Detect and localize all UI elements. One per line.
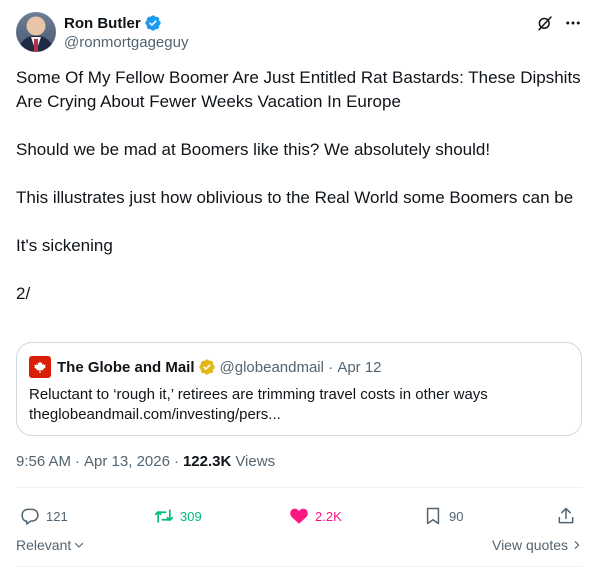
share-icon (558, 507, 574, 524)
tweet-paragraph: Should we be mad at Boomers like this? W… (16, 140, 491, 159)
quoted-author-name: The Globe and Mail (57, 358, 195, 376)
views-count: 122.3K (182, 453, 232, 470)
quoted-author-handle: @globeandmail (219, 358, 324, 376)
reply-icon (21, 508, 39, 525)
divider (16, 566, 582, 567)
top-actions (536, 12, 582, 34)
author-name-row[interactable]: Ron Butler (64, 13, 162, 33)
quoted-tweet-text: Reluctant to ‘rough it,’ retirees are tr… (29, 385, 488, 425)
author-handle[interactable]: @ronmortgageguy (64, 34, 188, 51)
gold-verified-badge-icon (198, 359, 215, 375)
verified-badge-icon (144, 15, 161, 31)
quoted-tweet-card[interactable]: The Globe and Mail @globeandmail · Apr 1… (16, 342, 582, 436)
bookmark-icon (426, 507, 440, 525)
grok-icon[interactable] (536, 14, 554, 32)
repost-icon (154, 509, 174, 523)
tweet-header: Ron Butler @ronmortgageguy (16, 12, 582, 54)
reply-count: 121 (46, 508, 68, 524)
tweet-text: Some Of My Fellow Boomer Are Just Entitl… (16, 66, 582, 306)
tweet-time[interactable]: 9:56 AM (16, 453, 71, 470)
quoted-link[interactable]: theglobeandmail.com/investing/pers... (29, 405, 488, 425)
tweet-paragraph: Some Of My Fellow Boomer Are Just Entitl… (16, 68, 581, 111)
repost-count: 309 (180, 508, 202, 524)
quoted-tweet-header: The Globe and Mail @globeandmail · Apr 1… (29, 356, 382, 378)
sort-replies-dropdown[interactable]: Relevant (16, 537, 85, 553)
tweet-detail: Ron Butler @ronmortgageguy Some Of My Fe… (0, 0, 598, 568)
author-display-name[interactable]: Ron Butler (64, 15, 141, 32)
tweet-meta: 9:56 AM · Apr 13, 2026 · 122.3K Views (16, 453, 275, 470)
meta-separator: · (173, 453, 179, 470)
like-count: 2.2K (315, 508, 342, 524)
like-button[interactable]: 2.2K (289, 504, 342, 528)
view-quotes-link[interactable]: View quotes (492, 537, 582, 553)
repost-button[interactable]: 309 (154, 504, 202, 528)
tweet-paragraph: It's sickening (16, 236, 113, 255)
views-label: Views (235, 453, 276, 470)
reply-button[interactable]: 121 (20, 504, 68, 528)
avatar[interactable] (16, 12, 56, 52)
chevron-down-icon (75, 542, 84, 548)
tweet-paragraph: 2/ (16, 284, 31, 303)
chevron-right-icon (574, 541, 580, 549)
tweet-date[interactable]: Apr 13, 2026 (84, 453, 170, 470)
tweet-paragraph: This illustrates just how oblivious to t… (16, 188, 574, 207)
bookmark-count: 90 (449, 508, 464, 524)
share-button[interactable] (556, 504, 576, 528)
sort-label: Relevant (16, 537, 72, 553)
meta-separator: · (75, 453, 81, 470)
quoted-date: Apr 12 (337, 358, 382, 376)
action-bar: 121 309 2.2K 90 (16, 504, 582, 528)
divider (16, 487, 582, 488)
quoted-text-line: Reluctant to ‘rough it,’ retirees are tr… (29, 386, 488, 403)
heart-filled-icon (290, 508, 308, 524)
quoted-separator: · (323, 358, 338, 376)
view-quotes-label: View quotes (491, 537, 568, 553)
globe-and-mail-logo-icon (29, 356, 51, 378)
replies-footer: Relevant View quotes (16, 537, 582, 557)
bookmark-button[interactable]: 90 (423, 504, 463, 528)
more-options-icon[interactable] (564, 14, 582, 32)
